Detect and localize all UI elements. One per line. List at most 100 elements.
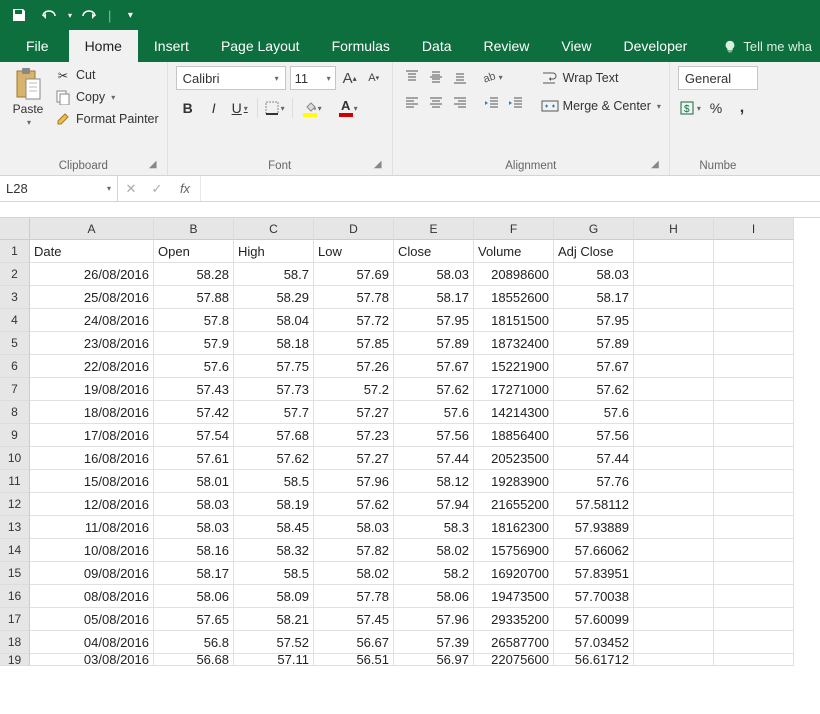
row-header[interactable]: 7 (0, 378, 30, 401)
cell[interactable]: 57.78 (314, 286, 394, 309)
cell[interactable]: 58.03 (154, 516, 234, 539)
cell[interactable]: 18162300 (474, 516, 554, 539)
cell[interactable]: 57.65 (154, 608, 234, 631)
cell[interactable]: Date (30, 240, 154, 263)
cell[interactable]: 04/08/2016 (30, 631, 154, 654)
cell[interactable]: 58.16 (154, 539, 234, 562)
cell[interactable]: 23/08/2016 (30, 332, 154, 355)
select-all-corner[interactable] (0, 218, 30, 240)
number-format-select[interactable]: General (678, 66, 758, 90)
cell[interactable] (634, 309, 714, 332)
cell[interactable]: 18856400 (474, 424, 554, 447)
cell[interactable]: 58.03 (394, 263, 474, 286)
cell[interactable]: 58.32 (234, 539, 314, 562)
increase-indent-icon[interactable] (505, 92, 527, 114)
cell[interactable]: 11/08/2016 (30, 516, 154, 539)
undo-icon[interactable] (36, 2, 62, 28)
cell[interactable]: 58.7 (234, 263, 314, 286)
cell[interactable] (714, 516, 794, 539)
cell[interactable]: 57.70038 (554, 585, 634, 608)
cell[interactable]: Open (154, 240, 234, 263)
copy-dropdown-icon[interactable]: ▾ (111, 93, 115, 102)
cell[interactable]: 57.67 (554, 355, 634, 378)
formula-input[interactable] (201, 176, 820, 201)
cell[interactable]: 56.51 (314, 654, 394, 666)
cell[interactable]: 57.78 (314, 585, 394, 608)
cell[interactable]: 19283900 (474, 470, 554, 493)
cell[interactable]: 57.72 (314, 309, 394, 332)
cell[interactable]: 57.61 (154, 447, 234, 470)
cell[interactable]: 57.96 (394, 608, 474, 631)
cell[interactable]: 57.42 (154, 401, 234, 424)
cell[interactable]: 16920700 (474, 562, 554, 585)
cell[interactable]: 58.29 (234, 286, 314, 309)
cell[interactable] (714, 562, 794, 585)
decrease-font-icon[interactable]: A▾ (364, 66, 384, 90)
alignment-launcher-icon[interactable]: ◢ (649, 159, 661, 171)
cell[interactable]: 56.61712 (554, 654, 634, 666)
cell[interactable]: 57.85 (314, 332, 394, 355)
cell[interactable]: 57.44 (554, 447, 634, 470)
font-color-button[interactable]: A ▾ (334, 96, 358, 120)
cell[interactable]: 58.03 (314, 516, 394, 539)
cell[interactable]: 58.06 (154, 585, 234, 608)
cell[interactable]: 58.5 (234, 562, 314, 585)
row-header[interactable]: 6 (0, 355, 30, 378)
cell[interactable]: 58.18 (234, 332, 314, 355)
tab-page-layout[interactable]: Page Layout (205, 30, 316, 62)
cell[interactable]: 17/08/2016 (30, 424, 154, 447)
cell[interactable]: 58.45 (234, 516, 314, 539)
row-header[interactable]: 9 (0, 424, 30, 447)
font-name-select[interactable]: Calibri ▾ (176, 66, 286, 90)
cell[interactable]: 26/08/2016 (30, 263, 154, 286)
cell[interactable] (634, 401, 714, 424)
align-right-icon[interactable] (449, 92, 471, 114)
align-left-icon[interactable] (401, 92, 423, 114)
cell[interactable]: 57.89 (554, 332, 634, 355)
cell[interactable]: 57.6 (394, 401, 474, 424)
cell[interactable]: 58.09 (234, 585, 314, 608)
row-header[interactable]: 16 (0, 585, 30, 608)
cell[interactable] (714, 608, 794, 631)
tab-review[interactable]: Review (468, 30, 546, 62)
tab-insert[interactable]: Insert (138, 30, 205, 62)
column-header[interactable]: B (154, 218, 234, 240)
cell[interactable]: 57.2 (314, 378, 394, 401)
cell[interactable]: Low (314, 240, 394, 263)
cut-button[interactable]: ✂ Cut (54, 66, 159, 84)
cell[interactable] (634, 240, 714, 263)
tab-formulas[interactable]: Formulas (316, 30, 406, 62)
merge-center-button[interactable]: Merge & Center ▾ (541, 94, 661, 118)
cell[interactable]: 19473500 (474, 585, 554, 608)
cell[interactable]: 58.02 (314, 562, 394, 585)
cell[interactable]: 14214300 (474, 401, 554, 424)
cell[interactable] (634, 447, 714, 470)
orientation-icon[interactable]: ab▾ (481, 66, 503, 88)
decrease-indent-icon[interactable] (481, 92, 503, 114)
cell[interactable]: 58.04 (234, 309, 314, 332)
cell[interactable]: 57.8 (154, 309, 234, 332)
cell[interactable]: 57.93889 (554, 516, 634, 539)
merge-dropdown-icon[interactable]: ▾ (657, 102, 661, 111)
cell[interactable]: 57.96 (314, 470, 394, 493)
cell[interactable] (714, 654, 794, 666)
cell[interactable]: 57.6 (154, 355, 234, 378)
cell[interactable] (714, 447, 794, 470)
cell[interactable] (714, 263, 794, 286)
cell[interactable]: Adj Close (554, 240, 634, 263)
cell[interactable]: 29335200 (474, 608, 554, 631)
increase-font-icon[interactable]: A▴ (340, 66, 360, 90)
cell[interactable]: 57.54 (154, 424, 234, 447)
align-center-icon[interactable] (425, 92, 447, 114)
row-header[interactable]: 5 (0, 332, 30, 355)
cell[interactable] (634, 516, 714, 539)
cell[interactable]: 57.52 (234, 631, 314, 654)
cell[interactable]: 58.21 (234, 608, 314, 631)
cell[interactable]: 57.6 (554, 401, 634, 424)
cell[interactable] (634, 608, 714, 631)
cell[interactable] (634, 378, 714, 401)
cell[interactable] (634, 539, 714, 562)
cell[interactable] (634, 332, 714, 355)
align-middle-icon[interactable] (425, 66, 447, 88)
cell[interactable]: 18/08/2016 (30, 401, 154, 424)
